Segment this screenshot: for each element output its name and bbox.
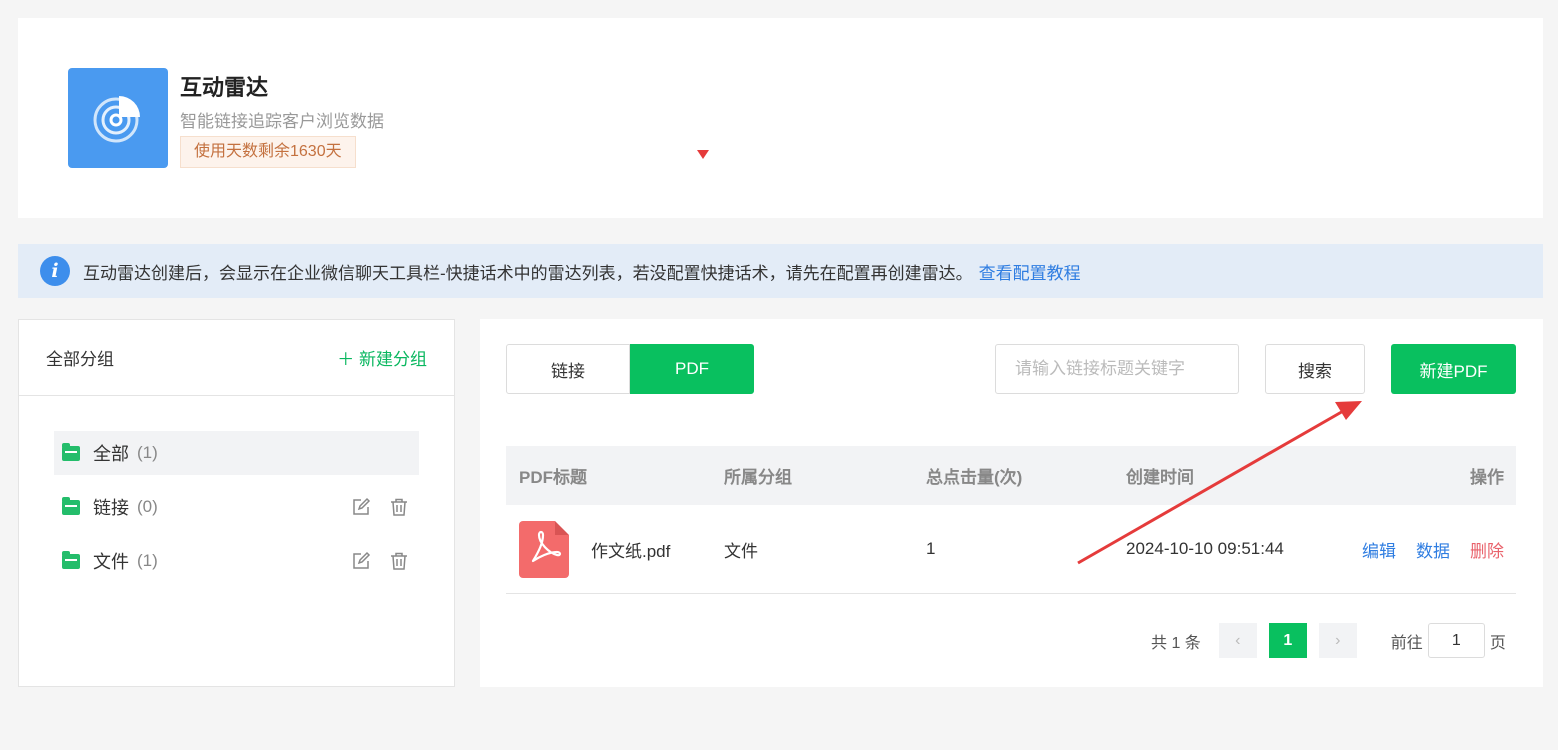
type-tabs: 链接 PDF [506, 344, 754, 394]
group-panel-header: 全部分组 ＋ 新建分组 [19, 320, 454, 396]
edit-icon[interactable] [351, 497, 371, 517]
tab-pdf[interactable]: PDF [630, 344, 754, 394]
page-number-button[interactable]: 1 [1268, 623, 1307, 658]
table-header: PDF标题 所属分组 总点击量(次) 创建时间 操作 [506, 446, 1516, 505]
data-button[interactable]: 数据 [1416, 537, 1450, 562]
page-suffix: 页 [1489, 634, 1506, 652]
group-item-file[interactable]: 文件 (1) [54, 539, 419, 583]
radar-logo-icon [68, 68, 168, 168]
info-icon: i [40, 256, 70, 286]
goto-page-input[interactable] [1427, 623, 1485, 658]
group-name: 文件 [93, 552, 129, 572]
goto-label: 前往 [1390, 634, 1423, 652]
group-panel: 全部分组 ＋ 新建分组 全部 (1) 链接 (0) 文件 (1) [18, 319, 455, 687]
tab-link[interactable]: 链接 [506, 344, 630, 394]
column-header: PDF标题 [519, 468, 587, 487]
pdf-file-icon [519, 520, 569, 578]
folder-icon [62, 442, 80, 461]
delete-icon[interactable] [389, 497, 409, 517]
next-page-button[interactable]: › [1318, 623, 1357, 658]
folder-icon [62, 550, 80, 569]
info-notice-bar: i 互动雷达创建后，会显示在企业微信聊天工具栏-快捷话术中的雷达列表，若没配置快… [18, 244, 1543, 298]
folder-icon [62, 496, 80, 515]
notice-text: 互动雷达创建后，会显示在企业微信聊天工具栏-快捷话术中的雷达列表，若没配置快捷话… [83, 263, 973, 283]
group-count: (1) [137, 443, 158, 462]
content-panel: 链接 PDF 搜索 新建PDF PDF标题 所属分组 总点击量(次) 创建时间 … [480, 319, 1543, 687]
annotation-marker-icon [697, 150, 709, 159]
group-name: 全部 [93, 444, 129, 464]
table-row: 作文纸.pdf 文件 1 2024-10-10 09:51:44 编辑 数据 删… [506, 505, 1516, 594]
prev-page-button[interactable]: ‹ [1218, 623, 1257, 658]
app-subtitle: 智能链接追踪客户浏览数据 [180, 112, 384, 131]
column-header: 所属分组 [724, 468, 792, 487]
pdf-clicks: 1 [926, 539, 936, 558]
new-pdf-button[interactable]: 新建PDF [1391, 344, 1516, 394]
pdf-title: 作文纸.pdf [591, 541, 671, 561]
app-title: 互动雷达 [180, 75, 269, 100]
group-name: 链接 [93, 498, 129, 518]
group-item-all[interactable]: 全部 (1) [54, 431, 419, 475]
edit-button[interactable]: 编辑 [1362, 537, 1396, 562]
pdf-table: PDF标题 所属分组 总点击量(次) 创建时间 操作 作文纸.pdf 文件 1 … [506, 446, 1516, 594]
column-header: 创建时间 [1126, 468, 1194, 487]
delete-icon[interactable] [389, 551, 409, 571]
row-actions: 编辑 数据 删除 [1333, 537, 1516, 562]
delete-button[interactable]: 删除 [1470, 537, 1504, 562]
group-panel-title: 全部分组 [46, 350, 114, 369]
group-count: (1) [137, 551, 158, 570]
pagination-total: 共 1 条 [1151, 634, 1201, 652]
app-header-card: 互动雷达 智能链接追踪客户浏览数据 使用天数剩余1630天 [18, 18, 1543, 218]
column-header: 总点击量(次) [926, 468, 1023, 487]
search-button[interactable]: 搜索 [1265, 344, 1365, 394]
group-item-link[interactable]: 链接 (0) [54, 485, 419, 529]
pdf-group: 文件 [724, 541, 758, 561]
edit-icon[interactable] [351, 551, 371, 571]
search-input[interactable] [995, 344, 1239, 394]
pdf-created: 2024-10-10 09:51:44 [1126, 539, 1284, 558]
config-tutorial-link[interactable]: 查看配置教程 [979, 259, 1081, 284]
column-header: 操作 [1470, 468, 1504, 487]
new-group-button[interactable]: ＋ 新建分组 [337, 345, 427, 370]
group-count: (0) [137, 497, 158, 516]
days-remaining-badge: 使用天数剩余1630天 [180, 136, 356, 168]
pagination: 共 1 条 ‹ 1 › 前往 页 [1151, 623, 1506, 658]
group-list: 全部 (1) 链接 (0) 文件 (1) [54, 431, 419, 593]
